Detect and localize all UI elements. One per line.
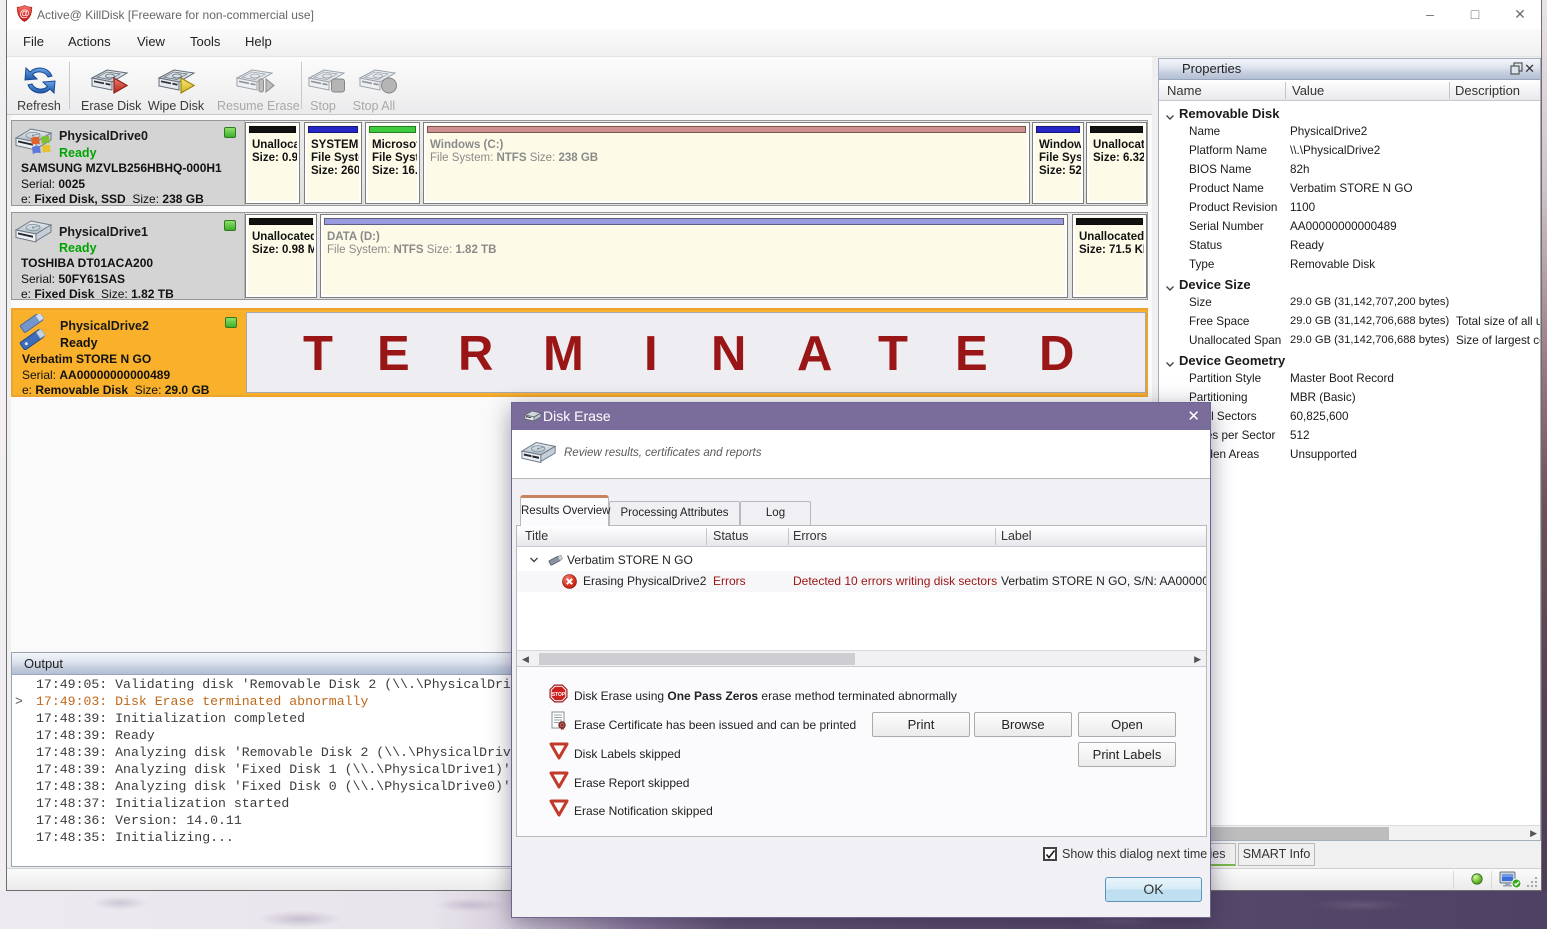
svg-text:STOP: STOP (552, 692, 566, 698)
svg-text:@: @ (20, 9, 30, 20)
